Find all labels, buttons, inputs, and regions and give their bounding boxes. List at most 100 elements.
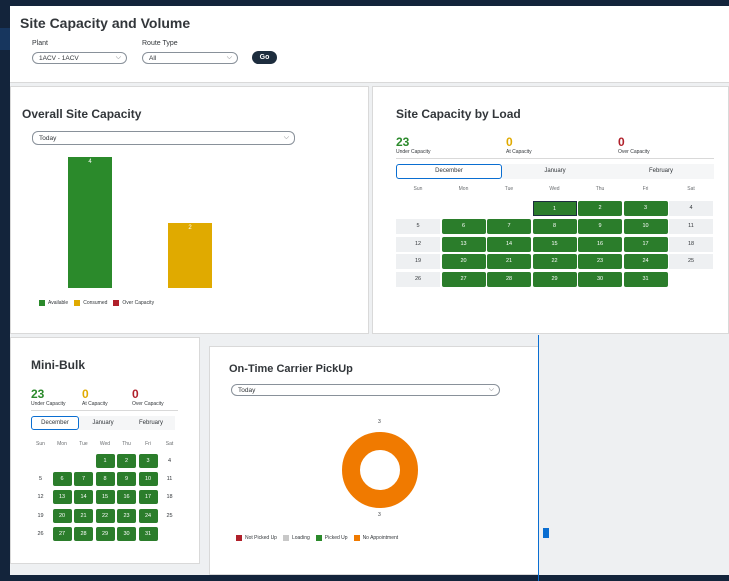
calendar-day[interactable]: 22 xyxy=(95,508,115,523)
route-type-select[interactable]: All ⌵ xyxy=(142,52,238,64)
calendar-day[interactable]: 2 xyxy=(117,454,136,468)
stat-at-capacity: 0 At Capacity xyxy=(506,136,532,156)
capacity-by-load-card: Site Capacity by Load 23 Under Capacity 0 A… xyxy=(372,86,729,334)
plant-select-value: 1ACV - 1ACV xyxy=(39,55,79,62)
calendar-day[interactable]: 25 xyxy=(160,509,179,523)
calendar-day[interactable]: 19 xyxy=(31,509,50,523)
calendar-day[interactable]: 14 xyxy=(487,236,531,252)
donut-slice-no-appointment xyxy=(342,432,418,508)
calendar-day[interactable]: 20 xyxy=(441,254,486,270)
calendar-day[interactable]: 4 xyxy=(669,201,713,216)
weekday-label: Thu xyxy=(595,186,605,192)
calendar-day[interactable]: 1 xyxy=(95,454,115,468)
calendar-day[interactable]: 30 xyxy=(117,526,136,541)
legend-item: Available xyxy=(39,300,68,306)
calendar-day[interactable]: 29 xyxy=(532,272,577,288)
legend-label: Available xyxy=(48,300,69,306)
tab-february[interactable]: February xyxy=(608,164,714,179)
go-button[interactable]: Go xyxy=(252,51,277,64)
weekday-label: Tue xyxy=(504,186,514,192)
weekday-label: Sun xyxy=(36,441,45,447)
legend-swatch xyxy=(353,535,360,541)
route-type-select-value: All xyxy=(149,55,157,62)
pickup-period-select[interactable]: Today ⌵ xyxy=(231,384,500,396)
calendar-day[interactable]: 22 xyxy=(532,254,577,270)
calendar-day[interactable]: 31 xyxy=(138,526,158,541)
calendar-day[interactable]: 28 xyxy=(487,272,531,288)
calendar-day[interactable]: 19 xyxy=(396,254,440,270)
resize-handle[interactable] xyxy=(543,528,549,538)
calendar-day[interactable]: 9 xyxy=(578,218,622,234)
calendar-day[interactable]: 14 xyxy=(74,490,93,505)
calendar-day[interactable]: 4 xyxy=(160,454,179,468)
tab-january[interactable]: January xyxy=(79,416,127,430)
stat-at-capacity: 0 At Capacity xyxy=(82,388,108,408)
calendar-day[interactable]: 7 xyxy=(74,472,93,487)
bar-value-label: 2 xyxy=(188,224,192,231)
page-title: Site Capacity and Volume xyxy=(20,15,191,31)
calendar-day[interactable]: 27 xyxy=(441,272,486,288)
tab-january[interactable]: January xyxy=(502,164,608,179)
legend-item: Loading xyxy=(282,535,310,541)
calendar-day[interactable]: 1 xyxy=(532,201,577,216)
calendar-day[interactable]: 8 xyxy=(95,472,115,487)
calendar-day[interactable]: 2 xyxy=(578,201,622,216)
calendar-day[interactable]: 30 xyxy=(578,272,622,288)
tab-december[interactable]: December xyxy=(396,164,502,179)
calendar-day[interactable]: 17 xyxy=(623,236,668,252)
calendar-day[interactable]: 6 xyxy=(52,472,72,487)
calendar-day[interactable]: 5 xyxy=(396,218,440,234)
calendar-day[interactable]: 26 xyxy=(31,527,50,541)
calendar-day[interactable]: 20 xyxy=(52,508,72,523)
calendar-day[interactable]: 18 xyxy=(160,490,179,504)
calendar-day[interactable]: 15 xyxy=(95,490,115,505)
calendar-day[interactable]: 13 xyxy=(52,490,72,505)
calendar-day[interactable]: 9 xyxy=(117,472,136,487)
calendar-day[interactable]: 10 xyxy=(623,218,668,234)
tab-december[interactable]: December xyxy=(31,416,79,430)
calendar-day[interactable]: 21 xyxy=(487,254,531,270)
calendar-day[interactable]: 16 xyxy=(578,236,622,252)
calendar-day[interactable]: 31 xyxy=(623,272,668,288)
tab-february[interactable]: February xyxy=(127,416,175,430)
calendar-day[interactable]: 25 xyxy=(669,254,713,270)
calendar-day[interactable]: 13 xyxy=(441,236,486,252)
calendar-day[interactable]: 5 xyxy=(31,472,50,486)
main-content: Site Capacity and Volume Plant 1ACV - 1A… xyxy=(10,6,729,581)
calendar-day[interactable]: 26 xyxy=(396,272,440,288)
calendar-day[interactable]: 24 xyxy=(623,254,668,270)
calendar-day[interactable]: 8 xyxy=(532,218,577,234)
calendar-day[interactable]: 27 xyxy=(52,526,72,541)
stat-under-capacity: 23 Under Capacity xyxy=(396,136,430,156)
legend-swatch xyxy=(39,300,45,306)
legend-label: Loading xyxy=(291,535,310,541)
calendar-day[interactable]: 10 xyxy=(138,472,158,487)
calendar-day[interactable]: 23 xyxy=(578,254,622,270)
plant-select[interactable]: 1ACV - 1ACV ⌵ xyxy=(32,52,127,64)
bar-consumed[interactable]: 2 xyxy=(168,222,212,288)
calendar-day[interactable]: 7 xyxy=(487,218,531,234)
bar-available[interactable]: 4 xyxy=(68,157,112,288)
calendar-day[interactable]: 29 xyxy=(95,526,115,541)
calendar-day[interactable]: 3 xyxy=(138,454,158,468)
calendar-day[interactable]: 23 xyxy=(117,508,136,523)
legend-label: No Appointment xyxy=(362,535,399,541)
overall-bar-chart: 42 xyxy=(11,87,370,335)
calendar-day[interactable]: 15 xyxy=(532,236,577,252)
calendar-day[interactable]: 21 xyxy=(74,508,93,523)
calendar-day[interactable]: 12 xyxy=(396,236,440,252)
calendar-day[interactable]: 28 xyxy=(74,526,93,541)
calendar-day[interactable]: 18 xyxy=(669,236,713,252)
divider xyxy=(396,158,714,159)
calendar-day[interactable]: 6 xyxy=(441,218,486,234)
route-type-label: Route Type xyxy=(142,40,178,47)
legend-item: Consumed xyxy=(74,300,107,306)
calendar-day[interactable]: 11 xyxy=(669,218,713,234)
calendar-day[interactable]: 24 xyxy=(138,508,158,523)
calendar-day[interactable]: 12 xyxy=(31,490,50,504)
stat-label: At Capacity xyxy=(506,149,532,155)
calendar-day[interactable]: 17 xyxy=(138,490,158,505)
calendar-day[interactable]: 16 xyxy=(117,490,136,505)
calendar-day[interactable]: 3 xyxy=(623,201,668,216)
calendar-day[interactable]: 11 xyxy=(160,472,179,486)
